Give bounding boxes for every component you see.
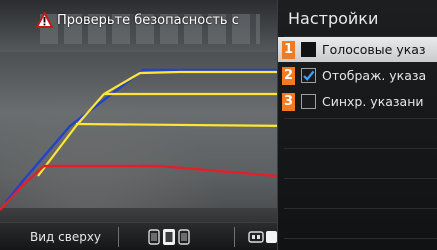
settings-item-label: Голосовые указ [322,42,426,57]
sync-guidance-checkbox[interactable] [301,94,316,109]
settings-list: 1 Голосовые указ 2 Отображ. указа 3 Синх… [278,37,437,114]
settings-item-display-guidance[interactable]: 2 Отображ. указа [278,63,437,88]
row-divider [284,118,437,119]
guide-line-red [0,164,300,211]
toolbar-divider [234,227,235,247]
guide-line-yellow-cross-lower [75,122,300,128]
display-guidance-checkbox[interactable] [301,68,316,83]
settings-item-label: Синхр. указани [322,94,424,109]
safety-warning-text: Проверьте безопасность с [57,12,239,28]
camera-toolbar: Вид сверху [0,222,277,250]
guide-line-blue [5,68,300,203]
row-divider [284,148,437,149]
row-divider [284,208,437,209]
rear-camera-screen: Проверьте безопасность с Настройки 1 Гол… [0,0,437,250]
checkmark-icon [303,70,315,81]
item-number-badge: 1 [282,40,295,59]
row-divider [284,238,437,239]
camera-view-icon [148,229,190,245]
item-number-badge: 3 [282,92,295,111]
settings-item-label: Отображ. указа [322,68,427,83]
safety-warning: Проверьте безопасность с [35,10,239,29]
parking-sensor-icon [248,231,277,243]
settings-panel: Настройки 1 Голосовые указ 2 Отображ. ук… [277,0,437,250]
top-view-label[interactable]: Вид сверху [30,230,101,244]
camera-view-button[interactable] [148,227,190,247]
camera-view [0,0,300,250]
parking-sensor-button[interactable] [248,227,277,247]
settings-item-sync-guidance[interactable]: 3 Синхр. указани [278,89,437,114]
item-number-badge: 2 [282,66,295,85]
settings-title: Настройки [288,9,379,28]
warning-triangle-icon [35,10,54,28]
parking-guide-lines [0,68,300,211]
row-divider [284,178,437,179]
toolbar-divider [118,227,119,247]
settings-item-voice-guidance[interactable]: 1 Голосовые указ [278,37,437,62]
voice-guidance-checkbox[interactable] [301,42,316,57]
